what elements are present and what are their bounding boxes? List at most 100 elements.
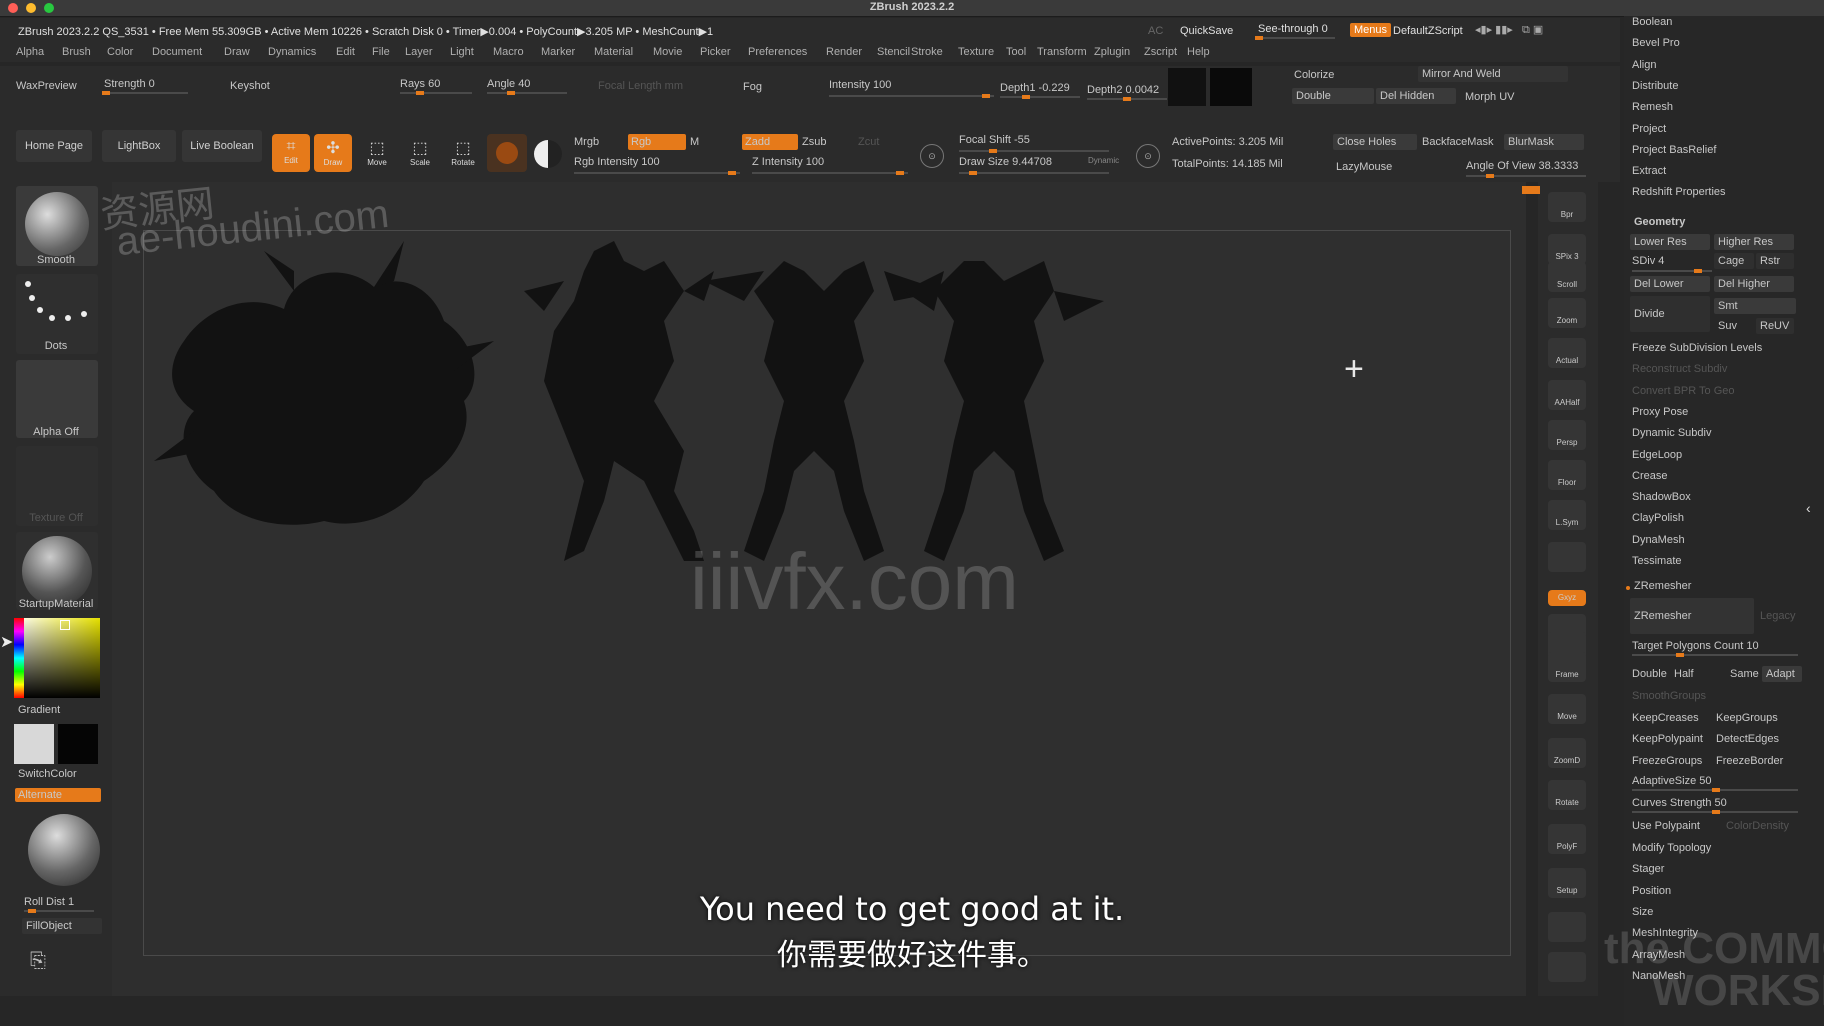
higher-res-button[interactable]: Higher Res (1714, 234, 1794, 250)
nav-zoom-button[interactable]: Zoom (1548, 298, 1586, 328)
nav-gxyz-button[interactable]: Gxyz (1548, 590, 1586, 606)
menu-tool[interactable]: Tool (1006, 46, 1026, 58)
freeze-border-button[interactable]: FreezeBorder (1716, 755, 1783, 767)
keep-groups-button[interactable]: KeepGroups (1716, 712, 1778, 724)
canvas-resize-tab[interactable] (1522, 186, 1540, 194)
rays-slider[interactable]: Rays 60 (400, 78, 440, 90)
menu-edit[interactable]: Edit (336, 46, 355, 58)
adaptive-size-slider[interactable]: AdaptiveSize 50 (1632, 775, 1712, 787)
dynamic-subdiv-button[interactable]: Dynamic Subdiv (1632, 427, 1711, 439)
backface-mask-button[interactable]: BackfaceMask (1422, 136, 1494, 148)
menu-dynamics[interactable]: Dynamics (268, 46, 316, 58)
live-boolean-button[interactable]: Live Boolean (182, 130, 262, 162)
strength-track[interactable] (102, 91, 188, 95)
color-picker-handle[interactable] (60, 620, 70, 630)
gradient-button[interactable]: Gradient (18, 704, 60, 716)
depth2-track[interactable] (1087, 97, 1167, 101)
nav-l-sym-button[interactable]: L.Sym (1548, 500, 1586, 530)
hue-strip[interactable] (14, 618, 24, 698)
rotate-tool-button[interactable]: ⬚ Rotate (444, 134, 482, 172)
edit-tool-button[interactable]: ⌗ Edit (272, 134, 310, 172)
smooth-groups-slider[interactable]: SmoothGroups (1632, 690, 1706, 702)
stager-button[interactable]: Stager (1632, 863, 1664, 875)
zremesher-header[interactable]: ZRemesher (1634, 580, 1691, 592)
nav-icon-9-button[interactable] (1548, 542, 1586, 572)
menu-transform[interactable]: Transform (1037, 46, 1087, 58)
menu-document[interactable]: Document (152, 46, 202, 58)
intensity-track[interactable] (829, 94, 994, 98)
tessimate-button[interactable]: Tessimate (1632, 555, 1682, 567)
switch-color-button[interactable]: SwitchColor (18, 768, 77, 780)
nav-persp-button[interactable]: Persp (1548, 420, 1586, 450)
lower-res-button[interactable]: Lower Res (1630, 234, 1710, 250)
menu-file[interactable]: File (372, 46, 390, 58)
nav-actual-button[interactable]: Actual (1548, 338, 1586, 368)
curves-strength-track[interactable] (1632, 810, 1798, 814)
curves-strength-slider[interactable]: Curves Strength 50 (1632, 797, 1727, 809)
menu-alpha[interactable]: Alpha (16, 46, 44, 58)
lightbox-button[interactable]: LightBox (102, 130, 176, 162)
menu-movie[interactable]: Movie (653, 46, 682, 58)
menu-texture[interactable]: Texture (958, 46, 994, 58)
depth1-slider[interactable]: Depth1 -0.229 (1000, 82, 1070, 94)
align-button[interactable]: Align (1632, 59, 1656, 71)
keyshot-button[interactable]: Keyshot (230, 80, 270, 92)
double-polys-button[interactable]: Double (1632, 668, 1667, 680)
menus-toggle[interactable]: Menus (1350, 23, 1392, 37)
nav-polyf-button[interactable]: PolyF (1548, 824, 1586, 854)
blur-mask-button[interactable]: BlurMask (1504, 134, 1584, 150)
nav-bpr-button[interactable]: Bpr (1548, 192, 1586, 222)
angle-of-view-slider[interactable]: Angle Of View 38.3333 (1466, 160, 1578, 172)
smt-button[interactable]: Smt (1714, 298, 1796, 314)
see-through-track[interactable] (1255, 36, 1335, 40)
mrgb-button[interactable]: Mrgb (574, 136, 599, 148)
zcut-button[interactable]: Zcut (858, 136, 879, 148)
distribute-button[interactable]: Distribute (1632, 80, 1678, 92)
dynamic-button[interactable]: Dynamic (1088, 156, 1119, 165)
menu-zplugin[interactable]: Zplugin (1094, 46, 1130, 58)
remesh-button[interactable]: Remesh (1632, 101, 1673, 113)
morph-uv-button[interactable]: Morph UV (1465, 91, 1515, 103)
project-button[interactable]: Project (1632, 123, 1666, 135)
crease-button[interactable]: Crease (1632, 470, 1667, 482)
home-page-button[interactable]: Home Page (16, 130, 92, 162)
edgeloop-button[interactable]: EdgeLoop (1632, 449, 1682, 461)
angle-of-view-track[interactable] (1466, 174, 1586, 178)
zadd-button[interactable]: Zadd (742, 134, 798, 150)
draw-size-slider[interactable]: Draw Size 9.44708 (959, 156, 1052, 168)
waxpreview-button[interactable]: WaxPreview (16, 80, 77, 92)
roll-preview-sphere[interactable] (28, 814, 100, 886)
menu-color[interactable]: Color (107, 46, 133, 58)
menu-light[interactable]: Light (450, 46, 474, 58)
depth1-track[interactable] (1000, 95, 1080, 99)
geometry-header[interactable]: Geometry (1634, 216, 1685, 228)
adapt-button[interactable]: Adapt (1762, 666, 1802, 682)
menu-help[interactable]: Help (1187, 46, 1210, 58)
shadowbox-button[interactable]: ShadowBox (1632, 491, 1691, 503)
adaptive-size-track[interactable] (1632, 788, 1798, 792)
nav-aahalf-button[interactable]: AAHalf (1548, 380, 1586, 410)
keep-polypaint-button[interactable]: KeepPolypaint (1632, 733, 1703, 745)
redshift-properties-button[interactable]: Redshift Properties (1632, 186, 1726, 198)
nav-spix-3-button[interactable]: SPix 3 (1548, 234, 1586, 264)
default-zscript-button[interactable]: DefaultZScript (1393, 25, 1463, 37)
zremesher-button[interactable]: ZRemesher (1630, 598, 1754, 634)
menu-zscript[interactable]: Zscript (1144, 46, 1177, 58)
reconstruct-subdiv-button[interactable]: Reconstruct Subdiv (1632, 363, 1727, 375)
nav-frame-button[interactable]: Frame (1548, 652, 1586, 682)
move-tool-button[interactable]: ⬚ Move (358, 134, 396, 172)
strength-slider[interactable]: Strength 0 (104, 78, 155, 90)
material-swatch[interactable] (487, 134, 527, 172)
suv-button[interactable]: Suv (1718, 320, 1737, 332)
mirror-and-weld-button[interactable]: Mirror And Weld (1418, 66, 1568, 82)
zsub-button[interactable]: Zsub (802, 136, 826, 148)
menu-picker[interactable]: Picker (700, 46, 731, 58)
texture-sphere-icon[interactable] (534, 140, 562, 168)
nav-rotate-button[interactable]: Rotate (1548, 780, 1586, 810)
depth2-slider[interactable]: Depth2 0.0042 (1087, 84, 1159, 96)
freeze-subdivision-levels-button[interactable]: Freeze SubDivision Levels (1632, 342, 1762, 354)
menu-render[interactable]: Render (826, 46, 862, 58)
rgb-intensity-slider[interactable]: Rgb Intensity 100 (574, 156, 660, 168)
rays-track[interactable] (400, 91, 472, 95)
nav-floor-button[interactable]: Floor (1548, 460, 1586, 490)
